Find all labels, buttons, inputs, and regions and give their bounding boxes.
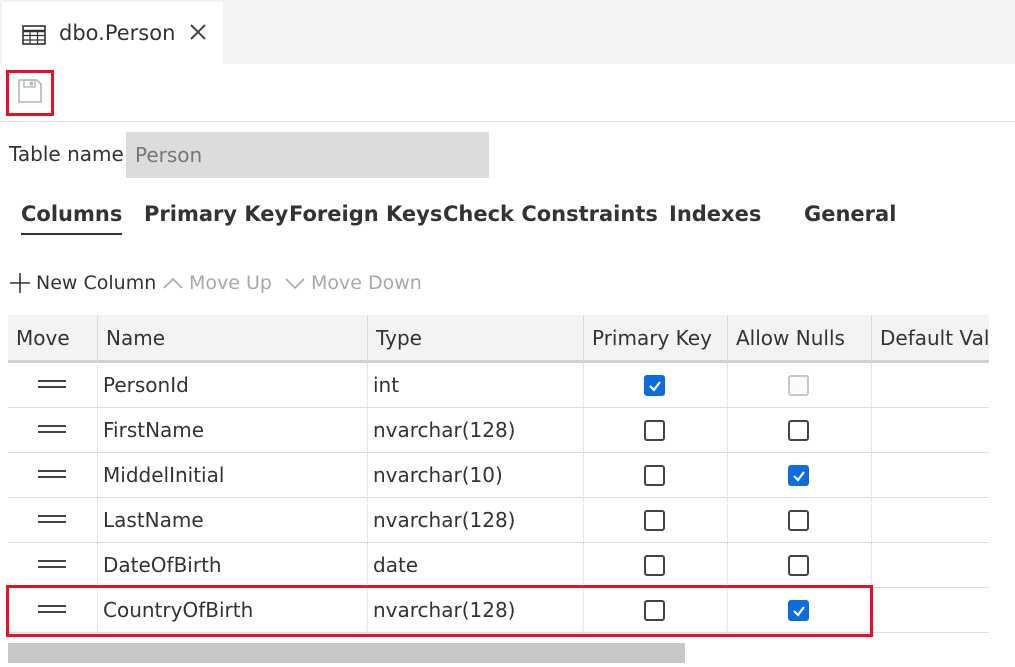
default-value-cell[interactable] xyxy=(872,543,989,588)
table-row[interactable]: CountryOfBirth nvarchar(128) xyxy=(8,588,989,633)
save-icon xyxy=(17,78,43,108)
primary-key-cell xyxy=(584,498,728,543)
move-up-button[interactable]: Move Up xyxy=(162,272,272,294)
move-down-label: Move Down xyxy=(311,272,422,294)
table-row[interactable]: DateOfBirth date xyxy=(8,543,989,588)
name-cell[interactable]: PersonId xyxy=(98,363,368,408)
header-primary-key[interactable]: Primary Key xyxy=(584,315,728,363)
name-cell[interactable]: FirstName xyxy=(98,408,368,453)
allow-nulls-checkbox[interactable] xyxy=(788,600,809,621)
type-cell[interactable]: nvarchar(10) xyxy=(368,453,584,498)
type-cell[interactable]: nvarchar(128) xyxy=(368,498,584,543)
move-cell xyxy=(8,498,98,543)
primary-key-cell xyxy=(584,588,728,633)
primary-key-cell xyxy=(584,453,728,498)
default-value-cell[interactable] xyxy=(872,588,989,633)
drag-handle-icon[interactable] xyxy=(38,605,66,614)
editor-tab-bar: dbo.Person xyxy=(0,0,1015,64)
primary-key-checkbox[interactable] xyxy=(644,420,665,441)
allow-nulls-checkbox[interactable] xyxy=(788,555,809,576)
tab-indexes[interactable]: Indexes xyxy=(669,202,761,226)
designer-toolbar xyxy=(0,64,1015,122)
allow-nulls-cell xyxy=(728,363,872,408)
move-cell xyxy=(8,543,98,588)
move-cell xyxy=(8,408,98,453)
default-value-cell[interactable] xyxy=(872,363,989,408)
header-allow-nulls[interactable]: Allow Nulls xyxy=(728,315,872,363)
allow-nulls-cell xyxy=(728,543,872,588)
primary-key-cell xyxy=(584,543,728,588)
drag-handle-icon[interactable] xyxy=(38,470,66,479)
header-default-value[interactable]: Default Value xyxy=(872,315,989,363)
drag-handle-icon[interactable] xyxy=(38,515,66,524)
allow-nulls-cell xyxy=(728,408,872,453)
primary-key-checkbox[interactable] xyxy=(644,600,665,621)
move-down-button[interactable]: Move Down xyxy=(284,272,422,294)
table-icon xyxy=(22,25,46,45)
columns-grid: Move Name Type Primary Key Allow Nulls D… xyxy=(8,315,989,637)
type-cell[interactable]: date xyxy=(368,543,584,588)
drag-handle-icon[interactable] xyxy=(38,425,66,434)
tab-dbo-person[interactable]: dbo.Person xyxy=(2,2,223,64)
tab-check-constraints[interactable]: Check Constraints xyxy=(443,202,658,226)
primary-key-checkbox[interactable] xyxy=(644,465,665,486)
drag-handle-icon[interactable] xyxy=(38,380,66,389)
primary-key-checkbox[interactable] xyxy=(644,510,665,531)
tab-foreign-keys[interactable]: Foreign Keys xyxy=(289,202,442,226)
allow-nulls-cell xyxy=(728,498,872,543)
primary-key-cell xyxy=(584,408,728,453)
chevron-down-icon xyxy=(285,278,305,290)
name-cell[interactable]: MiddelInitial xyxy=(98,453,368,498)
table-name-input[interactable] xyxy=(126,132,489,178)
type-cell[interactable]: nvarchar(128) xyxy=(368,408,584,453)
table-row[interactable]: LastName nvarchar(128) xyxy=(8,498,989,543)
tab-primary-key[interactable]: Primary Key xyxy=(144,202,288,226)
chevron-up-icon xyxy=(163,277,183,289)
primary-key-checkbox[interactable] xyxy=(644,555,665,576)
allow-nulls-checkbox xyxy=(788,375,809,396)
type-cell[interactable]: nvarchar(128) xyxy=(368,588,584,633)
table-row[interactable]: MiddelInitial nvarchar(10) xyxy=(8,453,989,498)
tab-title: dbo.Person xyxy=(59,21,176,45)
plus-icon xyxy=(10,273,30,293)
table-name-label: Table name xyxy=(9,142,124,166)
name-cell[interactable]: LastName xyxy=(98,498,368,543)
horizontal-scrollbar[interactable] xyxy=(8,643,685,663)
primary-key-cell xyxy=(584,363,728,408)
default-value-cell[interactable] xyxy=(872,498,989,543)
move-cell xyxy=(8,588,98,633)
table-row[interactable]: FirstName nvarchar(128) xyxy=(8,408,989,453)
primary-key-checkbox[interactable] xyxy=(644,375,665,396)
allow-nulls-checkbox[interactable] xyxy=(788,510,809,531)
allow-nulls-checkbox[interactable] xyxy=(788,465,809,486)
default-value-cell[interactable] xyxy=(872,408,989,453)
name-cell[interactable]: CountryOfBirth xyxy=(98,588,368,633)
header-name[interactable]: Name xyxy=(98,315,368,363)
type-cell[interactable]: int xyxy=(368,363,584,408)
new-column-button[interactable]: New Column xyxy=(9,272,156,294)
grid-header: Move Name Type Primary Key Allow Nulls D… xyxy=(8,315,989,363)
tab-columns[interactable]: Columns xyxy=(21,202,123,235)
allow-nulls-cell xyxy=(728,588,872,633)
drag-handle-icon[interactable] xyxy=(38,560,66,569)
allow-nulls-cell xyxy=(728,453,872,498)
tab-general[interactable]: General xyxy=(804,202,896,226)
move-up-label: Move Up xyxy=(189,272,272,294)
allow-nulls-checkbox[interactable] xyxy=(788,420,809,441)
header-type[interactable]: Type xyxy=(368,315,584,363)
header-move[interactable]: Move xyxy=(8,315,98,363)
save-button[interactable] xyxy=(6,70,54,116)
move-cell xyxy=(8,453,98,498)
new-column-label: New Column xyxy=(36,272,157,294)
name-cell[interactable]: DateOfBirth xyxy=(98,543,368,588)
table-row[interactable]: PersonId int xyxy=(8,363,989,408)
close-icon[interactable] xyxy=(188,22,208,42)
default-value-cell[interactable] xyxy=(872,453,989,498)
move-cell xyxy=(8,363,98,408)
